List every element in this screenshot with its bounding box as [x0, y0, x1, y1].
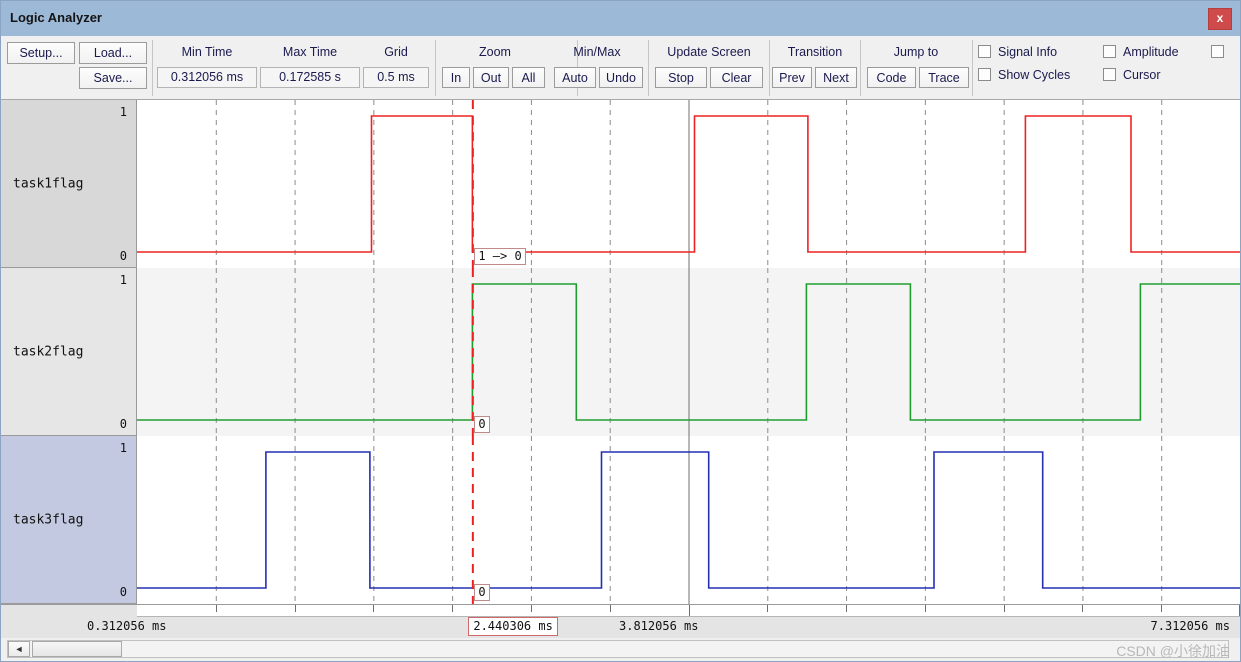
toolbar: Setup... Load... Save... Min Time 0.312056 m…: [1, 36, 1240, 100]
group-separator: [769, 40, 770, 96]
axis-tick: [452, 605, 454, 612]
checkbox-row-cursor[interactable]: Cursor: [1103, 68, 1161, 82]
waveform-panel[interactable]: task1flag 1 0 1 —> 0 task2flag 1 0 0 task3flag 1 0…: [1, 100, 1240, 604]
jump-to-code-button[interactable]: Code: [867, 67, 916, 88]
update-screen-clear-button[interactable]: Clear: [710, 67, 763, 88]
checkbox-row-extra-option[interactable]: [1211, 45, 1231, 59]
show-cycles-label: Show Cycles: [998, 68, 1071, 82]
amplitude-label: Amplitude: [1123, 45, 1179, 59]
setup-button[interactable]: Setup...: [7, 42, 75, 64]
cursor-time-label: 2.440306 ms: [468, 617, 558, 636]
amplitude-checkbox[interactable]: [1103, 45, 1116, 58]
jump-to-trace-button[interactable]: Trace: [919, 67, 969, 88]
signal-name-task3flag: task3flag: [13, 512, 84, 527]
axis-tick: [767, 605, 769, 612]
signal-label-box-task3flag[interactable]: task3flag 1 0: [1, 436, 137, 604]
signal-plot-task1flag[interactable]: 1 —> 0: [137, 100, 1240, 268]
min-time-header: Min Time: [181, 45, 233, 59]
level-high-task2flag: 1: [119, 273, 127, 287]
scrollbar-thumb[interactable]: [32, 641, 122, 657]
waveform-svg-task3flag: [137, 436, 1240, 604]
waveform-svg-task1flag: [137, 100, 1240, 268]
axis-tick: [373, 605, 375, 612]
level-low-task1flag: 0: [119, 249, 127, 263]
show-cycles-checkbox[interactable]: [978, 68, 991, 81]
zoom-out-button[interactable]: Out: [473, 67, 509, 88]
min-time-field[interactable]: 0.312056 ms: [157, 67, 257, 88]
grid-field[interactable]: 0.5 ms: [363, 67, 429, 88]
transition-prev-button[interactable]: Prev: [772, 67, 812, 88]
title-bar: Logic Analyzer x: [1, 1, 1240, 37]
annotation-task3flag: 0: [474, 584, 490, 601]
level-low-task3flag: 0: [119, 585, 127, 599]
time-axis: 0.312056 ms 3.812056 ms 7.312056 ms 2.44…: [1, 604, 1240, 638]
window-title: Logic Analyzer: [10, 10, 102, 25]
axis-tick: [1082, 605, 1084, 612]
checkbox-row-show-cycles[interactable]: Show Cycles: [978, 68, 1070, 82]
signal-lane-task3flag: task3flag 1 0 0: [1, 436, 1240, 604]
time-ticks: [137, 605, 1240, 617]
logic-analyzer-window: Logic Analyzer x Setup... Load... Save... M…: [0, 0, 1241, 662]
grid-header: Grid: [384, 45, 408, 59]
level-high-task1flag: 1: [119, 105, 127, 119]
checkbox-row-signal-info[interactable]: Signal Info: [978, 45, 1057, 59]
group-separator: [860, 40, 861, 96]
axis-marker-tick: [688, 605, 690, 616]
signal-name-task2flag: task2flag: [13, 344, 84, 359]
close-icon[interactable]: x: [1208, 8, 1232, 30]
update-screen-header: Update Screen: [667, 45, 751, 59]
waveform-svg-task2flag: [137, 268, 1240, 436]
cursor-checkbox[interactable]: [1103, 68, 1116, 81]
level-low-task2flag: 0: [119, 417, 127, 431]
axis-tick: [846, 605, 848, 612]
cursor-label: Cursor: [1123, 68, 1161, 82]
transition-header: Transition: [787, 45, 843, 59]
extra-option-checkbox[interactable]: [1211, 45, 1224, 58]
watermark: CSDN @小徐加油: [1116, 643, 1230, 659]
zoom-in-button[interactable]: In: [442, 67, 470, 88]
minmax-undo-button[interactable]: Undo: [599, 67, 643, 88]
transition-next-button[interactable]: Next: [815, 67, 857, 88]
signal-label-box-task2flag[interactable]: task2flag 1 0: [1, 268, 137, 436]
annotation-task2flag: 0: [474, 416, 490, 433]
signal-plot-task3flag[interactable]: 0: [137, 436, 1240, 604]
group-separator: [152, 40, 153, 96]
max-time-header: Max Time: [282, 45, 338, 59]
axis-tick: [215, 605, 217, 612]
zoom-header: Zoom: [479, 45, 511, 59]
horizontal-scrollbar[interactable]: ◄: [7, 640, 1229, 658]
minmax-header: Min/Max: [573, 45, 621, 59]
signal-lane-task1flag: task1flag 1 0 1 —> 0: [1, 100, 1240, 268]
status-bar: ◄ CSDN @小徐加油: [1, 638, 1240, 661]
axis-label-left: 0.312056 ms: [87, 619, 167, 633]
signal-plot-task2flag[interactable]: 0: [137, 268, 1240, 436]
level-high-task3flag: 1: [119, 441, 127, 455]
axis-right-tick: [1239, 605, 1240, 616]
group-separator: [972, 40, 973, 96]
load-button[interactable]: Load...: [79, 42, 147, 64]
axis-tick: [294, 605, 296, 612]
signal-name-task1flag: task1flag: [13, 176, 84, 191]
axis-label-mid: 3.812056 ms: [619, 619, 699, 633]
scroll-left-arrow-icon[interactable]: ◄: [8, 641, 30, 657]
jump-to-header: Jump to: [893, 45, 939, 59]
zoom-all-button[interactable]: All: [512, 67, 545, 88]
max-time-field[interactable]: 0.172585 s: [260, 67, 360, 88]
axis-tick: [924, 605, 926, 612]
minmax-auto-button[interactable]: Auto: [554, 67, 596, 88]
annotation-task1flag: 1 —> 0: [474, 248, 526, 265]
axis-tick: [1161, 605, 1163, 612]
axis-tick: [609, 605, 611, 612]
signal-info-label: Signal Info: [998, 45, 1058, 59]
signal-label-box-task1flag[interactable]: task1flag 1 0: [1, 100, 137, 268]
axis-label-right: 7.312056 ms: [1150, 619, 1230, 633]
axis-tick: [1003, 605, 1005, 612]
checkbox-row-amplitude[interactable]: Amplitude: [1103, 45, 1179, 59]
update-screen-stop-button[interactable]: Stop: [655, 67, 707, 88]
signal-info-checkbox[interactable]: [978, 45, 991, 58]
axis-tick: [530, 605, 532, 612]
save-button[interactable]: Save...: [79, 67, 147, 89]
signal-lane-task2flag: task2flag 1 0 0: [1, 268, 1240, 436]
group-separator: [435, 40, 436, 96]
